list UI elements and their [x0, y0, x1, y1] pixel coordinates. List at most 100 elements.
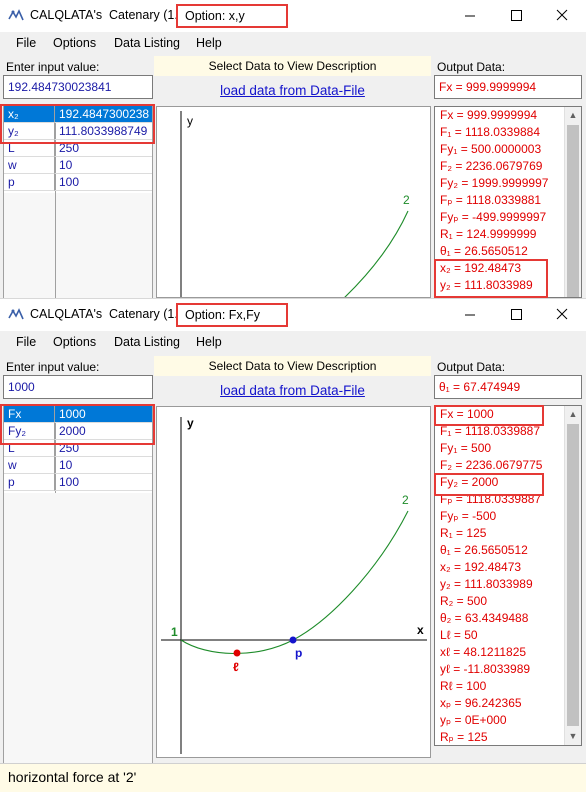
- grid-param-name[interactable]: Fx: [4, 406, 55, 423]
- output-scrollbar[interactable]: ▲ ▼: [564, 406, 581, 745]
- grid-param-value[interactable]: 192.4847300238: [55, 106, 152, 123]
- grid-param-value[interactable]: 1000: [55, 406, 152, 423]
- output-list-item[interactable]: Fy₂ = 2000: [435, 474, 581, 491]
- grid-row[interactable]: L 250: [4, 140, 152, 157]
- input-value-field[interactable]: 1000: [3, 375, 153, 399]
- output-list-item[interactable]: xₚ = 96.242365: [435, 695, 581, 712]
- output-list-item[interactable]: R₁ = 124.9999999: [435, 226, 581, 243]
- input-value-field[interactable]: 192.484730023841: [3, 75, 153, 99]
- grid-row[interactable]: p 100: [4, 474, 152, 491]
- enter-input-label: Enter input value:: [6, 360, 100, 374]
- close-icon[interactable]: [539, 299, 585, 331]
- scroll-thumb[interactable]: [567, 424, 579, 726]
- output-list-item[interactable]: xℓ = 48.1211825: [435, 644, 581, 661]
- output-list-item[interactable]: Fₚ = 1118.0339887: [435, 491, 581, 508]
- grid-param-name[interactable]: x₂: [4, 106, 55, 123]
- end-point-label: 2: [403, 193, 410, 207]
- grid-param-value[interactable]: 100: [55, 174, 152, 191]
- output-list-item[interactable]: Fy₂ = 1999.9999997: [435, 175, 581, 192]
- output-list[interactable]: Fx = 1000 F₁ = 1118.0339887 Fy₁ = 500 F₂ = …: [434, 405, 582, 746]
- maximize-icon[interactable]: [493, 0, 539, 32]
- menu-help[interactable]: Help: [196, 335, 222, 349]
- output-list-item[interactable]: θ₁ = 26.5650512: [435, 243, 581, 260]
- menu-data-listing[interactable]: Data Listing: [114, 335, 180, 349]
- grid-row[interactable]: w 10: [4, 157, 152, 174]
- output-list-item[interactable]: x₂ = 192.48473: [435, 559, 581, 576]
- x-axis-label: x: [417, 623, 424, 637]
- scroll-down-icon[interactable]: ▼: [565, 728, 581, 745]
- output-list-item[interactable]: y₂ = 111.8033989: [435, 576, 581, 593]
- output-list-item[interactable]: R₂ = 500: [435, 593, 581, 610]
- grid-row[interactable]: y₂ 111.8033988749: [4, 123, 152, 140]
- grid-param-name[interactable]: Fy₂: [4, 423, 55, 440]
- maximize-icon[interactable]: [493, 299, 539, 331]
- grid-param-value[interactable]: 250: [55, 140, 152, 157]
- output-list-item[interactable]: Fy₁ = 500: [435, 440, 581, 457]
- menu-options[interactable]: Options: [53, 36, 96, 50]
- grid-param-value[interactable]: 2000: [55, 423, 152, 440]
- menu-options[interactable]: Options: [53, 335, 96, 349]
- grid-param-value[interactable]: 10: [55, 157, 152, 174]
- catenary-curve: [180, 510, 409, 655]
- menu-file[interactable]: File: [16, 36, 36, 50]
- grid-row[interactable]: Fx 1000: [4, 406, 152, 423]
- grid-param-name[interactable]: p: [4, 474, 55, 491]
- grid-row[interactable]: x₂ 192.4847300238: [4, 106, 152, 123]
- grid-param-value[interactable]: 111.8033988749: [55, 123, 152, 140]
- grid-param-name[interactable]: w: [4, 457, 55, 474]
- app-title: CALQLATA's Catenary (1.2: [30, 8, 185, 22]
- output-list-item[interactable]: x₂ = 192.48473: [435, 260, 581, 277]
- load-data-link[interactable]: load data from Data-File: [154, 83, 431, 98]
- output-list-item[interactable]: Fₚ = 1118.0339881: [435, 192, 581, 209]
- status-bar: horizontal force at '2': [0, 763, 586, 792]
- y-axis-label: y: [187, 114, 193, 128]
- output-value-field: θ₁ = 67.474949: [434, 375, 582, 399]
- output-list-item[interactable]: Fy₁ = 500.0000003: [435, 141, 581, 158]
- grid-param-value[interactable]: 10: [55, 457, 152, 474]
- grid-row[interactable]: Fy₂ 2000: [4, 423, 152, 440]
- output-list-item[interactable]: F₁ = 1118.0339887: [435, 423, 581, 440]
- output-list-item[interactable]: yℓ = -11.8033989: [435, 661, 581, 678]
- output-list-item[interactable]: Rₚ = 125: [435, 729, 581, 745]
- output-list-item[interactable]: F₂ = 2236.0679775: [435, 457, 581, 474]
- output-list-item[interactable]: Fyₚ = -500: [435, 508, 581, 525]
- title-bar: CALQLATA's Catenary (1.2 Option: x,y: [0, 0, 586, 32]
- output-list-item[interactable]: Lℓ = 50: [435, 627, 581, 644]
- grid-param-name[interactable]: L: [4, 140, 55, 157]
- output-list-item[interactable]: θ₁ = 26.5650512: [435, 542, 581, 559]
- grid-row[interactable]: p 100: [4, 174, 152, 191]
- output-list-item[interactable]: R₁ = 125: [435, 525, 581, 542]
- scroll-up-icon[interactable]: ▲: [565, 406, 581, 423]
- close-icon[interactable]: [539, 0, 585, 32]
- p-point-marker: [289, 636, 297, 644]
- grid-param-value[interactable]: 100: [55, 474, 152, 491]
- output-list-item[interactable]: yₚ = 0E+000: [435, 712, 581, 729]
- grid-param-name[interactable]: L: [4, 440, 55, 457]
- output-list-item[interactable]: θ₂ = 63.4349488: [435, 610, 581, 627]
- scroll-thumb[interactable]: [567, 125, 579, 297]
- output-list-item[interactable]: F₁ = 1118.0339884: [435, 124, 581, 141]
- minimize-icon[interactable]: [447, 299, 493, 331]
- output-scrollbar[interactable]: ▲: [564, 107, 581, 297]
- grid-param-name[interactable]: y₂: [4, 123, 55, 140]
- output-list-item[interactable]: y₂ = 111.8033989: [435, 277, 581, 294]
- menu-help[interactable]: Help: [196, 36, 222, 50]
- output-list-item[interactable]: Fyₚ = -499.9999997: [435, 209, 581, 226]
- output-list-item[interactable]: Fx = 999.9999994: [435, 107, 581, 124]
- minimize-icon[interactable]: [447, 0, 493, 32]
- grid-row[interactable]: w 10: [4, 457, 152, 474]
- output-list-item[interactable]: F₂ = 2236.0679769: [435, 158, 581, 175]
- catenary-plot: y 2: [156, 106, 431, 298]
- grid-param-name[interactable]: w: [4, 157, 55, 174]
- grid-param-name[interactable]: p: [4, 174, 55, 191]
- menu-data-listing[interactable]: Data Listing: [114, 36, 180, 50]
- output-list-item[interactable]: Fx = 1000: [435, 406, 581, 423]
- grid-row[interactable]: L 250: [4, 440, 152, 457]
- scroll-up-icon[interactable]: ▲: [565, 107, 581, 124]
- menu-file[interactable]: File: [16, 335, 36, 349]
- title-bar: CALQLATA's Catenary (1.2 Option: Fx,Fy: [0, 299, 586, 331]
- load-data-link[interactable]: load data from Data-File: [154, 383, 431, 398]
- output-list-item[interactable]: Rℓ = 100: [435, 678, 581, 695]
- output-list[interactable]: Fx = 999.9999994 F₁ = 1118.0339884 Fy₁ = 5…: [434, 106, 582, 298]
- grid-param-value[interactable]: 250: [55, 440, 152, 457]
